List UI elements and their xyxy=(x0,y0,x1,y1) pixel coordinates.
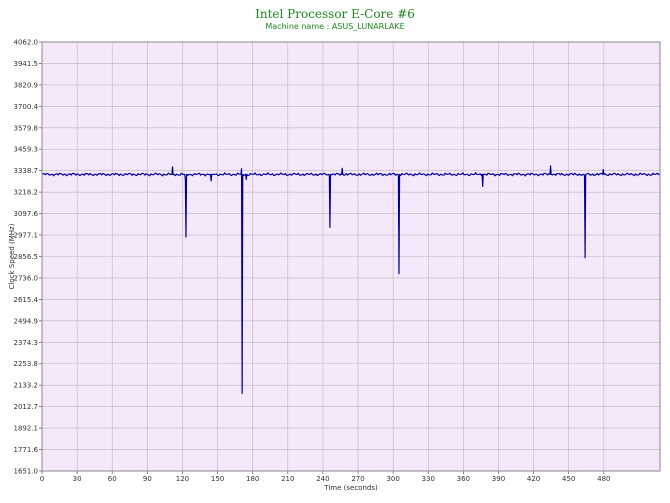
x-tick-label: 180 xyxy=(246,475,259,483)
y-tick-label: 3097.6 xyxy=(14,210,39,218)
x-tick-label: 90 xyxy=(143,475,152,483)
x-tick-label: 300 xyxy=(386,475,399,483)
x-tick-label: 480 xyxy=(597,475,610,483)
y-axis-label: Clock Speed (MHz) xyxy=(8,223,16,289)
y-tick-label: 3820.9 xyxy=(14,81,39,89)
y-tick-label: 1771.6 xyxy=(14,446,39,454)
y-tick-label: 2977.1 xyxy=(14,232,39,240)
clock-speed-chart: 1651.0 1771.6 1892.1 2012.7 2133.2 2253.8 2374… xyxy=(8,39,661,492)
y-tick-label: 3941.5 xyxy=(14,60,39,68)
x-tick-label: 390 xyxy=(492,475,505,483)
y-tick-label: 2133.2 xyxy=(14,382,39,390)
grid-lines xyxy=(41,41,660,472)
x-tick-label: 30 xyxy=(73,475,82,483)
y-tick-label: 3459.3 xyxy=(14,146,39,154)
x-tick-label: 360 xyxy=(457,475,470,483)
x-tick-label: 420 xyxy=(527,475,540,483)
x-axis-ticks: 0 30 60 90 120 150 180 210 240 270 300 330 360 390 420… xyxy=(40,471,611,483)
y-tick-label: 2494.9 xyxy=(14,317,39,325)
x-tick-label: 240 xyxy=(316,475,329,483)
y-tick-label: 1892.1 xyxy=(14,425,39,433)
x-tick-label: 330 xyxy=(422,475,435,483)
y-tick-label: 4062.0 xyxy=(14,39,39,47)
y-tick-label: 3218.2 xyxy=(14,189,39,197)
y-tick-label: 2012.7 xyxy=(14,403,39,411)
y-tick-label: 2856.5 xyxy=(14,253,39,261)
x-tick-label: 450 xyxy=(562,475,575,483)
x-tick-label: 0 xyxy=(40,475,44,483)
y-tick-label: 2615.4 xyxy=(14,296,39,304)
x-tick-label: 120 xyxy=(176,475,189,483)
y-tick-label: 2374.3 xyxy=(14,339,39,347)
x-tick-label: 210 xyxy=(281,475,294,483)
x-tick-label: 150 xyxy=(211,475,224,483)
y-tick-label: 3338.7 xyxy=(14,167,39,175)
y-tick-label: 3579.8 xyxy=(14,124,39,132)
x-tick-label: 60 xyxy=(108,475,117,483)
x-tick-label: 270 xyxy=(351,475,364,483)
y-axis-ticks: 1651.0 1771.6 1892.1 2012.7 2133.2 2253.8 2374… xyxy=(14,39,42,476)
y-tick-label: 2736.0 xyxy=(14,274,39,282)
y-tick-label: 1651.0 xyxy=(14,468,39,476)
y-tick-label: 3700.4 xyxy=(14,103,39,111)
x-axis-label: Time (seconds) xyxy=(323,484,378,492)
y-tick-label: 2253.8 xyxy=(14,360,39,368)
